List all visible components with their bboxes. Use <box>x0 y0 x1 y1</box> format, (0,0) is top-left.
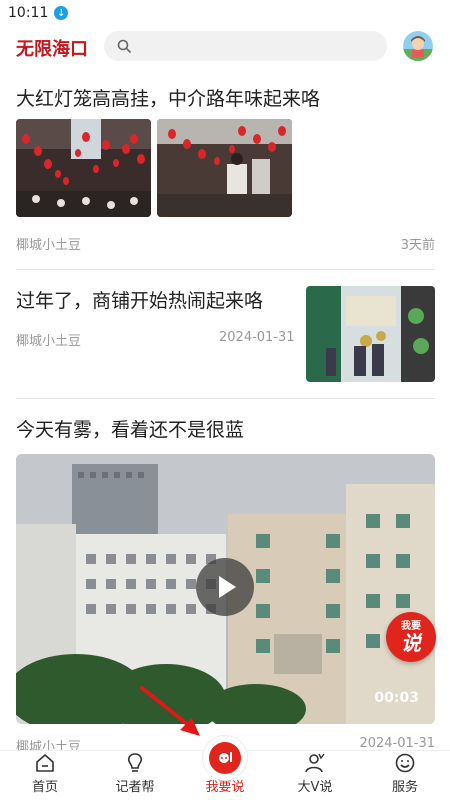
card-image[interactable] <box>16 119 151 217</box>
nav-label: 大V说 <box>297 780 333 795</box>
avatar[interactable] <box>403 31 433 61</box>
nav-reporter-help[interactable]: 记者帮 <box>90 751 180 800</box>
play-button[interactable] <box>196 558 254 616</box>
nav-label: 首页 <box>31 780 58 795</box>
avatar-image <box>403 31 433 61</box>
card-author: 椰城小土豆 <box>16 334 82 349</box>
microphone-icon <box>209 742 241 774</box>
annotation-arrow-icon <box>140 686 200 736</box>
card-title[interactable]: 大红灯笼高高挂，中介路年味起来咯 <box>16 86 436 112</box>
video-duration: 00:03 <box>374 690 419 706</box>
search-icon <box>117 39 131 53</box>
card-author: 椰城小土豆 <box>16 740 82 750</box>
nav-post[interactable]: 我要说 <box>180 735 270 800</box>
lantern-street-image <box>16 119 151 217</box>
nav-label: 记者帮 <box>115 780 155 795</box>
bottom-nav: 首页 记者帮 我要说 大V说 服务 <box>0 735 450 800</box>
card-time: 2024-01-31 <box>219 330 295 345</box>
lightbulb-icon <box>127 753 143 772</box>
card-time: 2024-01-31 <box>359 736 435 750</box>
search-input[interactable] <box>104 31 387 61</box>
play-icon <box>219 576 236 598</box>
card-image[interactable] <box>306 286 435 382</box>
card-title[interactable]: 今天有雾，看着还不是很蓝 <box>16 417 436 443</box>
divider <box>16 269 435 270</box>
shop-image <box>306 286 435 382</box>
nav-big-v[interactable]: 大V说 <box>270 751 360 800</box>
nav-service[interactable]: 服务 <box>360 751 450 800</box>
smile-icon <box>395 753 415 773</box>
post-button[interactable] <box>202 735 248 781</box>
user-v-icon <box>305 753 325 773</box>
download-icon: ↓ <box>54 6 69 20</box>
card-title[interactable]: 过年了，商铺开始热闹起来咯 <box>16 288 296 314</box>
card-time: 3天前 <box>400 238 435 253</box>
floating-post-label-top: 我要 <box>401 620 421 632</box>
status-time: 10:11 <box>8 5 49 21</box>
home-icon <box>36 754 54 772</box>
card-author: 椰城小土豆 <box>16 238 82 253</box>
app-logo[interactable]: 无限海口 <box>16 35 88 61</box>
video-player[interactable]: 00:03 <box>16 454 435 724</box>
floating-post-label-bottom: 说 <box>401 630 421 655</box>
card-image[interactable] <box>157 119 292 217</box>
divider <box>16 398 435 399</box>
lantern-street-image <box>157 119 292 217</box>
app-header: 无限海口 <box>0 28 450 66</box>
nav-home[interactable]: 首页 <box>0 751 90 800</box>
floating-post-button[interactable]: 我要 说 <box>386 612 436 662</box>
status-bar: 10:11 ↓ <box>0 0 450 26</box>
nav-label: 服务 <box>391 780 418 795</box>
news-feed[interactable]: 大红灯笼高高挂，中介路年味起来咯 椰城小土豆 3天前 过年了，商铺开始热闹起来咯… <box>0 70 450 750</box>
